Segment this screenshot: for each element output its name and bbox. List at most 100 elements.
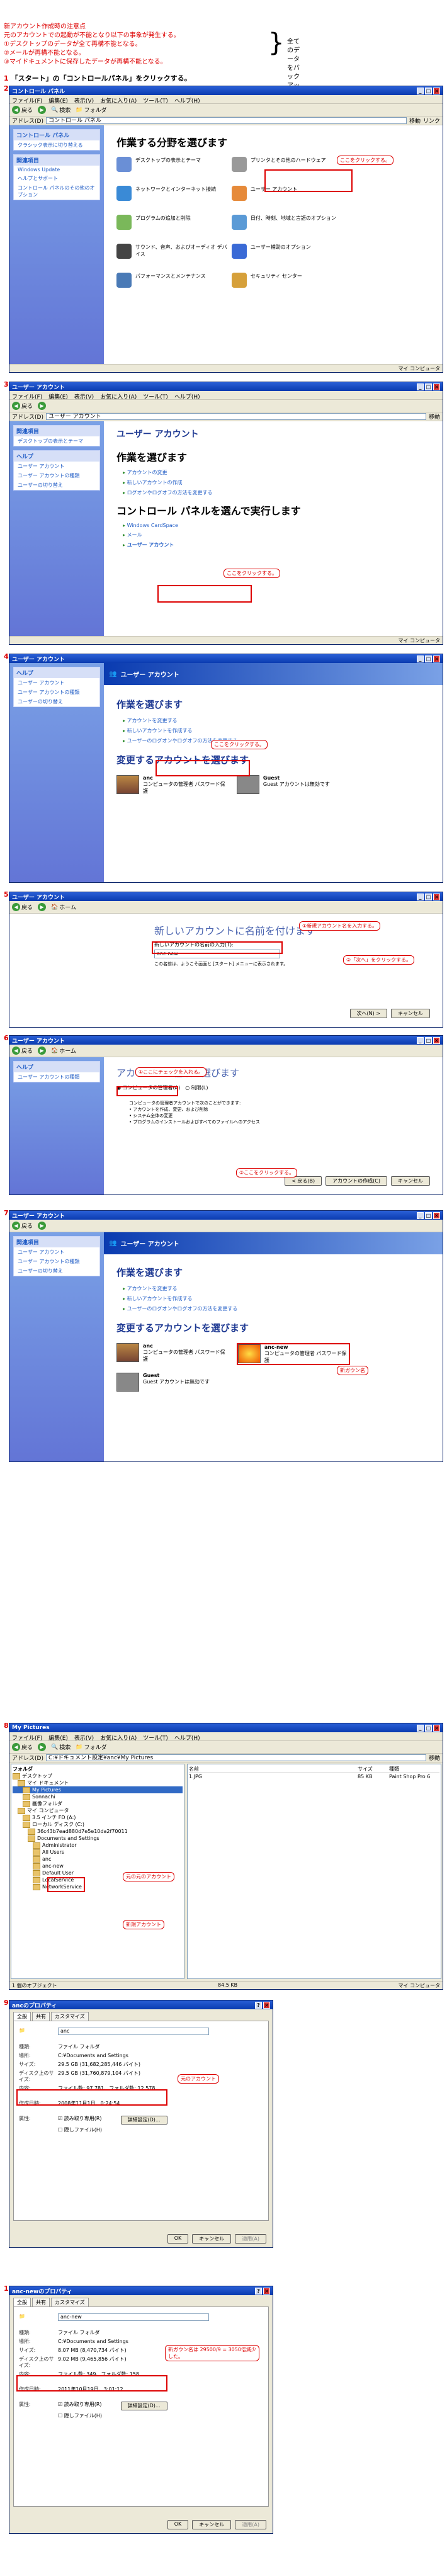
create-account-link[interactable]: 新しいアカウントを作成する (123, 1295, 430, 1302)
logon-method-link[interactable]: ユーザーのログオンやログオフの方法を変更する (123, 737, 430, 744)
folders-button[interactable]: 📁 フォルダ (76, 106, 106, 115)
create-account-link[interactable]: 新しいアカウントの作成 (123, 479, 430, 486)
change-account-link[interactable]: アカウントの変更 (123, 469, 430, 476)
forward-button[interactable]: ▶ (38, 1222, 47, 1230)
tree-item[interactable]: マイ コンピュータ (13, 1807, 183, 1814)
help-button[interactable]: ? (255, 2287, 262, 2295)
menu-favorites[interactable]: お気に入り(A) (100, 1733, 137, 1742)
menu-file[interactable]: ファイル(F) (12, 1733, 42, 1742)
change-account-link[interactable]: アカウントを変更する (123, 1285, 430, 1292)
tree-item[interactable]: NetworkService (13, 1883, 183, 1890)
menu-edit[interactable]: 編集(E) (48, 96, 68, 105)
tree-item[interactable]: 3.5 インチ FD (A:) (13, 1814, 183, 1821)
tree-item[interactable]: マイ ドキュメント (13, 1779, 183, 1786)
close-button[interactable]: × (433, 87, 440, 94)
cancel-button[interactable]: キャンセル (192, 2234, 232, 2244)
category-appearance[interactable]: デスクトップの表示とテーマ (116, 157, 230, 181)
classic-view-link[interactable]: クラシック表示に切り替える (14, 140, 99, 150)
menu-tools[interactable]: ツール(T) (143, 392, 168, 400)
help-link[interactable]: ユーザー アカウントの種類 (14, 688, 99, 697)
help-link[interactable]: ユーザーの切り替え (14, 697, 99, 706)
tab-general[interactable]: 全般 (13, 2012, 31, 2021)
close-button[interactable]: × (433, 383, 440, 390)
help-link[interactable]: ユーザー アカウントの種類 (14, 471, 99, 480)
menu-file[interactable]: ファイル(F) (12, 392, 42, 400)
minimize-button[interactable]: _ (417, 655, 424, 662)
mail-link[interactable]: メール (123, 531, 430, 538)
advanced-button[interactable]: 詳細設定(D)... (120, 2116, 167, 2125)
go-button[interactable]: 移動 (429, 1754, 440, 1762)
tab-sharing[interactable]: 共有 (32, 2298, 50, 2306)
help-link[interactable]: ユーザー アカウントの種類 (14, 1072, 99, 1082)
back-button[interactable]: ◀ 戻る (12, 1222, 33, 1230)
hidden-checkbox[interactable]: ☐ 隠しファイル(H) (58, 2413, 102, 2419)
minimize-button[interactable]: _ (417, 383, 424, 390)
tree-item[interactable]: anc (13, 1856, 183, 1863)
create-account-link[interactable]: 新しいアカウントを作成する (123, 727, 430, 734)
minimize-button[interactable]: _ (417, 87, 424, 94)
logon-method-link[interactable]: ログオンやログオフの方法を変更する (123, 489, 430, 496)
cancel-button[interactable]: キャンセル (192, 2520, 232, 2529)
maximize-button[interactable]: □ (425, 893, 432, 900)
help-link[interactable]: ユーザーの切り替え (14, 480, 99, 490)
close-button[interactable]: × (433, 655, 440, 662)
forward-button[interactable]: ▶ (38, 1047, 47, 1055)
menu-favorites[interactable]: お気に入り(A) (100, 96, 137, 105)
apply-button[interactable]: 適用(A) (235, 2234, 266, 2244)
menu-help[interactable]: ヘルプ(H) (174, 1733, 200, 1742)
maximize-button[interactable]: □ (425, 383, 432, 390)
maximize-button[interactable]: □ (425, 1211, 432, 1219)
category-security[interactable]: セキュリティ センター (231, 273, 345, 297)
maximize-button[interactable]: □ (425, 1036, 432, 1044)
tree-item[interactable]: 画像フォルダ (13, 1800, 183, 1807)
back-wizard-button[interactable]: < 戻る(B) (285, 1176, 322, 1186)
search-button[interactable]: 🔍 検索 (51, 106, 71, 115)
tree-item[interactable]: デスクトップ (13, 1773, 183, 1779)
address-input[interactable]: C:¥ドキュメント設定¥anc¥My Pictures (45, 1754, 426, 1761)
menu-file[interactable]: ファイル(F) (12, 96, 42, 105)
other-options-link[interactable]: コントロール パネルのその他のオプション (14, 183, 99, 200)
readonly-checkbox[interactable]: ☑ 読み取り専用(R) (58, 2402, 102, 2410)
logon-method-link[interactable]: ユーザーのログオンやログオフの方法を変更する (123, 1305, 430, 1312)
help-link[interactable]: ユーザー アカウント (14, 462, 99, 471)
maximize-button[interactable]: □ (425, 1724, 432, 1732)
category-performance[interactable]: パフォーマンスとメンテナンス (116, 273, 230, 297)
forward-button[interactable]: ▶ (38, 1743, 47, 1751)
menu-tools[interactable]: ツール(T) (143, 1733, 168, 1742)
forward-button[interactable]: ▶ (38, 402, 47, 410)
limited-radio[interactable]: ○ (185, 1085, 191, 1091)
forward-button[interactable]: ▶ (38, 903, 47, 911)
maximize-button[interactable]: □ (425, 655, 432, 662)
account-tile[interactable]: Guest Guest アカウントは無効です (236, 775, 350, 797)
tree-item[interactable]: anc-new (13, 1863, 183, 1870)
home-button[interactable]: 🏠 ホーム (51, 903, 76, 912)
hidden-checkbox[interactable]: ☐ 隠しファイル(H) (58, 2127, 102, 2133)
menu-help[interactable]: ヘルプ(H) (174, 392, 200, 400)
minimize-button[interactable]: _ (417, 893, 424, 900)
category-add-remove[interactable]: プログラムの追加と削除 (116, 215, 230, 239)
windows-update-link[interactable]: Windows Update (14, 166, 99, 174)
user-accounts-link[interactable]: ユーザー アカウント (123, 542, 430, 548)
ok-button[interactable]: OK (167, 2520, 189, 2529)
address-input[interactable]: ユーザー アカウント (45, 413, 426, 420)
tree-item[interactable]: My Pictures (13, 1786, 183, 1793)
minimize-button[interactable]: _ (417, 1724, 424, 1732)
tree-item[interactable]: Sonnachi (13, 1793, 183, 1800)
menu-edit[interactable]: 編集(E) (48, 1733, 68, 1742)
close-button[interactable]: × (433, 1724, 440, 1732)
menu-view[interactable]: 表示(V) (74, 392, 94, 400)
help-support-link[interactable]: ヘルプとサポート (14, 174, 99, 183)
menu-favorites[interactable]: お気に入り(A) (100, 392, 137, 400)
cardspace-link[interactable]: Windows CardSpace (123, 523, 430, 528)
tree-item[interactable]: 36c43b7ead880d7e5e10da2f70011 (13, 1828, 183, 1835)
maximize-button[interactable]: □ (425, 87, 432, 94)
folder-name-input[interactable]: anc (58, 2028, 209, 2035)
close-button[interactable]: × (263, 2001, 270, 2009)
close-button[interactable]: × (433, 1211, 440, 1219)
tree-item[interactable]: ローカル ディスク (C:) (13, 1821, 183, 1828)
cancel-button[interactable]: キャンセル (391, 1009, 430, 1018)
address-input[interactable]: コントロール パネル (45, 117, 407, 124)
tab-customize[interactable]: カスタマイズ (51, 2298, 89, 2306)
home-button[interactable]: 🏠 ホーム (51, 1047, 76, 1055)
tab-sharing[interactable]: 共有 (32, 2012, 50, 2021)
